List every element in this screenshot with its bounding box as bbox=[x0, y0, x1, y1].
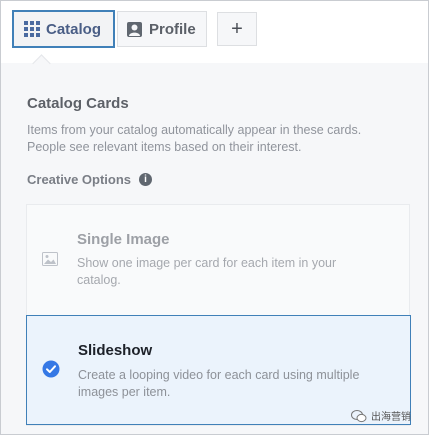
grid-icon bbox=[24, 21, 40, 37]
image-icon bbox=[42, 252, 58, 266]
add-icon: + bbox=[231, 17, 243, 40]
info-icon[interactable]: i bbox=[139, 173, 153, 186]
creative-options-label: Creative Options bbox=[27, 172, 132, 187]
option-slideshow-title: Slideshow bbox=[78, 342, 153, 359]
watermark-text: 出海营销 bbox=[371, 412, 411, 423]
section-title: Catalog Cards bbox=[27, 95, 129, 112]
check-circle-icon bbox=[42, 360, 60, 378]
watermark: 出海营销 bbox=[351, 408, 411, 423]
wechat-icon bbox=[351, 409, 367, 422]
tab-profile[interactable]: Profile bbox=[117, 11, 207, 47]
section-description: Items from your catalog automatically ap… bbox=[27, 123, 362, 154]
tab-catalog-label: Catalog bbox=[46, 20, 102, 38]
profile-icon bbox=[127, 21, 142, 37]
option-slideshow-description: Create a looping video for each card usi… bbox=[78, 368, 360, 399]
option-single-image-title: Single Image bbox=[77, 231, 170, 248]
creative-options-heading: Creative Options i bbox=[27, 172, 153, 187]
catalog-settings-panel: Catalog Profile + Catalog Cards Items fr… bbox=[0, 0, 429, 435]
option-single-image[interactable]: Single Image Show one image per card for… bbox=[26, 219, 411, 299]
tab-bar: Catalog Profile + bbox=[1, 1, 428, 63]
tab-profile-label: Profile bbox=[149, 20, 196, 38]
tab-catalog[interactable]: Catalog bbox=[12, 10, 115, 48]
option-single-image-description: Show one image per card for each item in… bbox=[77, 256, 337, 287]
add-tab-button[interactable]: + bbox=[217, 12, 257, 46]
